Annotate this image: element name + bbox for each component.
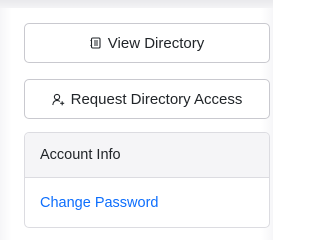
view-directory-label: View Directory xyxy=(107,34,205,52)
request-directory-access-label: Request Directory Access xyxy=(70,90,243,108)
address-book-icon xyxy=(90,37,102,49)
account-info-title: Account Info xyxy=(40,147,121,163)
person-add-icon xyxy=(51,93,65,106)
view-directory-button[interactable]: View Directory xyxy=(24,23,270,63)
account-info-body: Change Password xyxy=(25,178,269,227)
request-directory-access-button[interactable]: Request Directory Access xyxy=(24,79,270,119)
account-info-header: Account Info xyxy=(25,133,269,178)
change-password-link[interactable]: Change Password xyxy=(40,195,159,211)
account-info-card: Account Info Change Password xyxy=(24,132,270,228)
